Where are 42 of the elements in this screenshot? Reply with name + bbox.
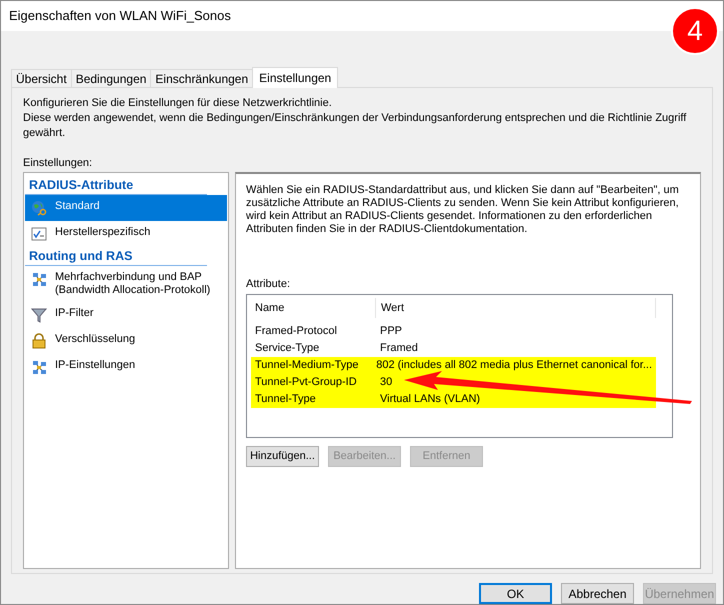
table-cell-text: 802 (includes all 802 media plus Ethernet canonical for... bbox=[375, 358, 653, 374]
intro-text: Diese werden angewendet, wenn die Bedingungen/Einschränkungen der Verbindungsanforderung entsprechen und die Richtlinie Zugriff gewährt. bbox=[23, 110, 688, 141]
sidebar-item[interactable]: IP-Filter bbox=[25, 302, 227, 328]
annotation-badge: 4 bbox=[671, 7, 719, 55]
settings-label: Einstellungen: bbox=[23, 156, 94, 171]
description-text: Wählen Sie ein RADIUS-Standardattribut aus, und klicken Sie dann auf "Bearbeiten", um zusätzliche Attribute an RADIUS-Clients zu senden. Wenn Sie kein Attribut konfigurieren, wird kein Attribut an RADIUS-Clients gesendet. Informationen zu den erforderlichen Attributen finden Sie in der RADIUS-Clientdokumentation. bbox=[246, 184, 680, 236]
lock-icon bbox=[31, 332, 47, 349]
table-cell-text: Tunnel-Medium-Type bbox=[254, 358, 360, 374]
network-icon bbox=[31, 270, 47, 287]
button[interactable]: OK bbox=[479, 583, 552, 604]
intro-text: Konfigurieren Sie die Einstellungen für diese Netzwerkrichtlinie. bbox=[23, 96, 333, 111]
group-header: Routing und RAS bbox=[25, 248, 207, 266]
table-cell-text: Tunnel-Pvt-Group-ID bbox=[254, 375, 358, 390]
column-header[interactable]: Name bbox=[250, 298, 376, 318]
table-cell-text: Framed-Protocol bbox=[254, 324, 338, 340]
table-row[interactable]: Service-Type Framed bbox=[251, 340, 656, 357]
column-header[interactable]: Wert bbox=[376, 298, 656, 318]
table-row[interactable]: Tunnel-Medium-Type 802 (includes all 802 media plus Ethernet canonical for... bbox=[251, 356, 656, 374]
tab[interactable]: Einstellungen bbox=[252, 66, 338, 88]
sidebar-item[interactable]: Verschlüsselung bbox=[25, 328, 227, 354]
table-row[interactable]: Framed-Protocol PPP bbox=[251, 322, 656, 340]
tab[interactable]: Einschränkungen bbox=[150, 68, 254, 87]
window-title: Eigenschaften von WLAN WiFi_Sonos bbox=[9, 7, 231, 26]
table-cell-text: 30 bbox=[379, 375, 394, 390]
table-cell-text: Virtual LANs (VLAN) bbox=[379, 392, 482, 408]
attributes-label: Attribute: bbox=[246, 276, 292, 292]
table-cell-text: Framed bbox=[379, 341, 419, 356]
button[interactable]: Hinzufügen... bbox=[246, 446, 319, 467]
tab[interactable]: Bedingungen bbox=[70, 68, 152, 87]
sidebar-item[interactable]: IP-Einstellungen bbox=[25, 354, 227, 380]
tab[interactable]: Übersicht bbox=[11, 68, 72, 87]
table-cell-text: Tunnel-Type bbox=[254, 392, 317, 408]
button[interactable]: Abbrechen bbox=[561, 583, 634, 604]
sidebar-item[interactable]: Standard bbox=[25, 194, 227, 221]
sidebar-item[interactable]: Mehrfachverbindung und BAP (Bandwidth Allocation-Protokoll) bbox=[25, 266, 227, 302]
sidebar-item[interactable]: Herstellerspezifisch bbox=[25, 220, 227, 247]
network-icon bbox=[31, 358, 47, 375]
checklist-icon bbox=[31, 226, 47, 242]
globe-icon bbox=[31, 200, 47, 216]
filter-icon bbox=[31, 306, 47, 323]
table-cell-text: Service-Type bbox=[254, 341, 320, 356]
table-cell-text: PPP bbox=[379, 324, 404, 340]
